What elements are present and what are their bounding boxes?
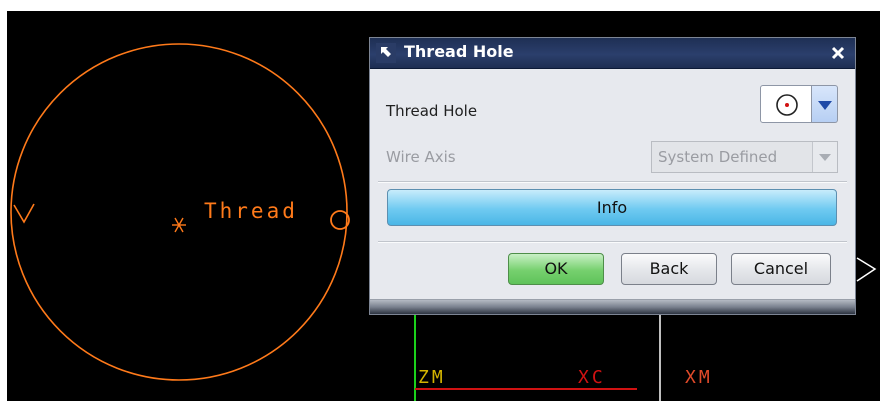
- xc-label: XC: [578, 367, 606, 388]
- direction-arrow-right: [856, 257, 877, 282]
- section-divider: [378, 181, 847, 183]
- thread-label: Thread: [204, 199, 298, 223]
- ok-button[interactable]: OK: [508, 253, 604, 285]
- thread-hole-label: Thread Hole: [386, 102, 478, 120]
- chevron-down-icon: [819, 154, 831, 161]
- thread-hole-type-select[interactable]: [760, 85, 838, 123]
- center-asterisk-icon: [172, 217, 186, 233]
- wire-axis-select[interactable]: System Defined: [651, 141, 838, 173]
- xm-label: XM: [685, 367, 713, 388]
- cancel-button[interactable]: Cancel: [731, 253, 831, 285]
- dialog-footer: [370, 299, 855, 314]
- chevron-down-icon: [818, 101, 832, 110]
- back-button[interactable]: Back: [621, 253, 717, 285]
- thread-hole-option[interactable]: [760, 85, 812, 123]
- wire-axis-value: System Defined: [658, 148, 778, 166]
- wire-axis-dropdown-button[interactable]: [812, 142, 837, 172]
- zm-label: ZM: [418, 367, 446, 388]
- thread-hole-circle-icon: [776, 94, 798, 116]
- info-button[interactable]: Info: [387, 189, 837, 226]
- thread-hole-dialog: Thread Hole Thread Hole Wire Axis System…: [369, 37, 856, 315]
- wire-axis-label: Wire Axis: [386, 148, 456, 166]
- direction-arrow-left: [13, 203, 35, 224]
- application-window: Thread ZM XC XM Thread Hole Thread Hole: [0, 0, 880, 401]
- close-icon[interactable]: [827, 42, 849, 64]
- arrow-icon[interactable]: [376, 43, 396, 63]
- section-divider: [378, 241, 847, 243]
- dialog-titlebar[interactable]: Thread Hole: [370, 38, 855, 69]
- thread-hole-dropdown-button[interactable]: [812, 85, 838, 123]
- dialog-title: Thread Hole: [404, 42, 514, 61]
